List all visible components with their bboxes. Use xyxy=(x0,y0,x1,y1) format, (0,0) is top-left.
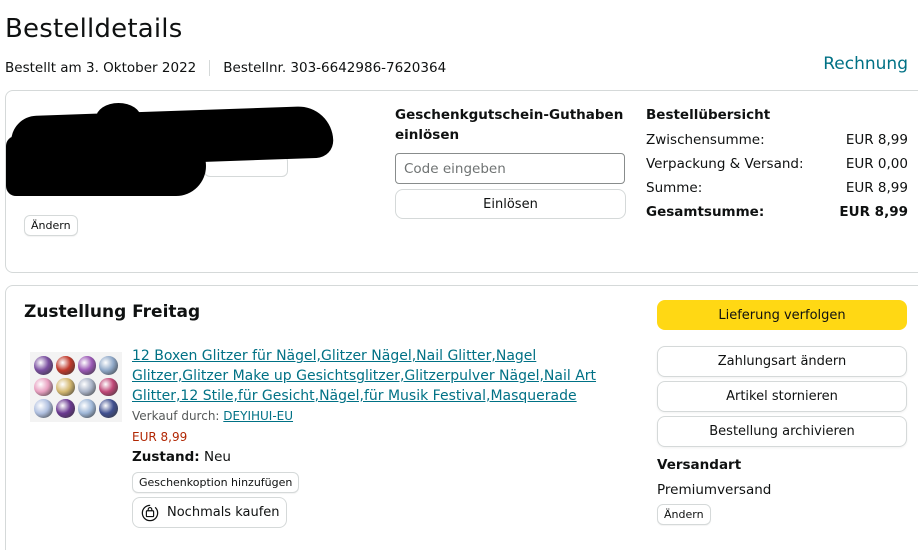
glitter-jar xyxy=(34,377,53,397)
glitter-jar xyxy=(55,356,75,375)
glitter-jar xyxy=(34,356,53,375)
address-change-button[interactable]: Ändern xyxy=(24,215,78,236)
summary-value: EUR 8,99 xyxy=(845,132,908,148)
glitter-jar xyxy=(99,399,118,418)
gift-card-title: Geschenkgutschein-Guthaben einlösen xyxy=(395,107,624,143)
order-meta: Bestellt am 3. Oktober 2022 Bestellnr. 3… xyxy=(5,60,446,76)
add-gift-option-button[interactable]: Geschenkoption hinzufügen xyxy=(132,472,300,493)
product-condition: Zustand: Neu xyxy=(132,449,231,465)
seller-info: Verkauf durch: DEYIHUI-EU xyxy=(132,409,293,423)
summary-label: Gesamtsumme: xyxy=(646,204,765,220)
glitter-jar xyxy=(55,377,75,397)
delivery-title: Zustellung Freitag xyxy=(24,302,201,322)
track-delivery-button[interactable]: Lieferung verfolgen xyxy=(657,300,907,330)
summary-row-shipping: Verpackung & Versand: EUR 0,00 xyxy=(646,152,908,176)
buy-again-label: Nochmals kaufen xyxy=(167,505,280,520)
cancel-items-button[interactable]: Artikel stornieren xyxy=(657,381,907,412)
product-title-link[interactable]: 12 Boxen Glitzer für Nägel,Glitzer Nägel… xyxy=(132,346,632,406)
summary-title: Bestellübersicht xyxy=(646,107,771,123)
glitter-jar xyxy=(34,399,53,418)
glitter-jar xyxy=(55,399,75,418)
order-number: Bestellnr. 303-6642986-7620364 xyxy=(223,60,447,76)
shipping-method-value: Premiumversand xyxy=(657,482,772,498)
shipping-change-button[interactable]: Ändern xyxy=(657,504,711,525)
archive-order-button[interactable]: Bestellung archivieren xyxy=(657,416,907,447)
order-date: Bestellt am 3. Oktober 2022 xyxy=(5,60,197,76)
product-price: EUR 8,99 xyxy=(132,430,188,444)
gift-code-input[interactable] xyxy=(395,153,625,184)
order-info-box: Ändern Geschenkgutschein-Guthaben einlös… xyxy=(5,90,918,273)
redeem-button[interactable]: Einlösen xyxy=(395,189,626,219)
summary-row-total: Gesamtsumme: EUR 8,99 xyxy=(646,200,908,224)
glitter-jar xyxy=(77,356,97,375)
summary-value: EUR 8,99 xyxy=(845,180,908,196)
order-summary: Bestellübersicht Zwischensumme: EUR 8,99… xyxy=(646,107,908,224)
glitter-jar xyxy=(77,377,97,397)
summary-row-subtotal: Zwischensumme: EUR 8,99 xyxy=(646,128,908,152)
summary-label: Verpackung & Versand: xyxy=(646,156,804,172)
change-payment-button[interactable]: Zahlungsart ändern xyxy=(657,346,907,377)
page-title: Bestelldetails xyxy=(5,14,183,44)
summary-value: EUR 0,00 xyxy=(845,156,908,172)
summary-value: EUR 8,99 xyxy=(839,204,908,220)
seller-link[interactable]: DEYIHUI-EU xyxy=(223,409,293,423)
condition-value: Neu xyxy=(203,449,231,465)
glitter-jar xyxy=(99,377,118,397)
summary-label: Summe: xyxy=(646,180,703,196)
summary-row-sum: Summe: EUR 8,99 xyxy=(646,176,908,200)
summary-label: Zwischensumme: xyxy=(646,132,765,148)
redaction-mark xyxy=(6,136,206,196)
delivery-box: Zustellung Freitag 12 Boxen Glitzer für … xyxy=(5,285,918,550)
buy-again-button[interactable]: Nochmals kaufen xyxy=(132,497,287,528)
condition-label: Zustand: xyxy=(132,449,200,465)
invoice-link[interactable]: Rechnung xyxy=(823,54,908,74)
product-image[interactable] xyxy=(30,352,122,422)
glitter-jar xyxy=(77,399,97,418)
shipping-method-title: Versandart xyxy=(657,457,742,473)
seller-prefix: Verkauf durch: xyxy=(132,409,220,423)
glitter-jar xyxy=(99,356,118,375)
meta-divider xyxy=(209,60,211,76)
redaction-mark xyxy=(96,103,141,133)
buy-again-icon xyxy=(141,504,159,521)
